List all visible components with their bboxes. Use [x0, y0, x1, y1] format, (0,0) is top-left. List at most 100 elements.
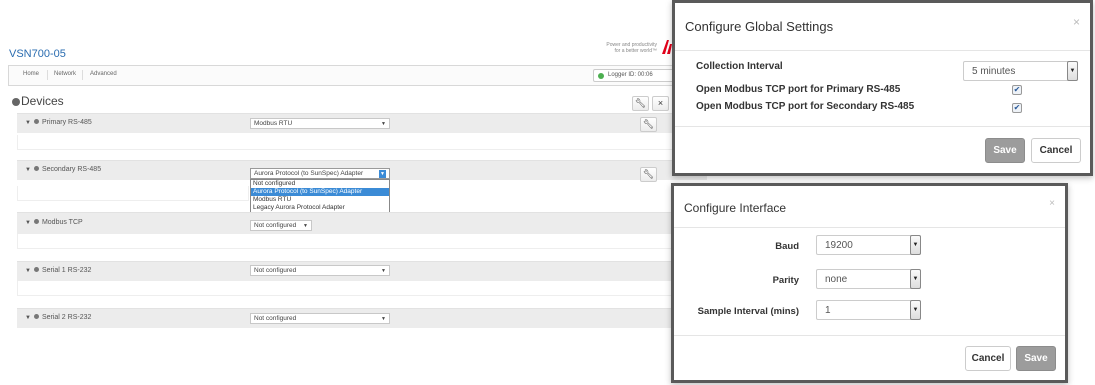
select-value: Modbus RTU: [254, 120, 293, 127]
chevron-down-icon: ▼: [381, 268, 386, 274]
save-button[interactable]: Save: [985, 138, 1025, 163]
check-icon: ✔: [1013, 103, 1021, 112]
wrench-button[interactable]: 🔧︎: [632, 96, 649, 111]
section-label[interactable]: ▼ Secondary RS-485: [25, 166, 101, 173]
modal-title: Configure Interface: [684, 201, 787, 215]
section-body: [17, 135, 707, 150]
wrench-icon: 🔧︎: [634, 98, 647, 108]
devices-title: Devices: [21, 94, 64, 108]
status-bullet-icon: [33, 166, 39, 171]
close-icon: ×: [657, 98, 664, 108]
select-value: Not configured: [254, 267, 297, 274]
chevron-down-icon: ▼: [910, 235, 921, 255]
select-value: 19200: [825, 240, 853, 251]
status-dot-icon: [598, 73, 604, 79]
modal-footer: Cancel Save: [674, 335, 1065, 380]
section-label[interactable]: ▼ Primary RS-485: [25, 119, 92, 126]
modal-header: Configure Interface ×: [674, 186, 1065, 228]
nav-divider: [82, 70, 83, 80]
logger-id: Logger ID: 00:06: [608, 72, 653, 78]
primary-tcp-checkbox[interactable]: ✔: [1012, 85, 1022, 95]
protocol-select-serial1[interactable]: Not configured ▼: [250, 265, 390, 276]
protocol-dropdown-list: Not configured Aurora Protocol (to SunSp…: [250, 179, 390, 213]
protocol-select-secondary[interactable]: Aurora Protocol (to SunSpec) Adapter ▼: [250, 168, 390, 179]
baud-label: Baud: [775, 241, 799, 252]
caret-down-icon[interactable]: ▼: [25, 167, 31, 173]
close-icon[interactable]: ×: [1049, 198, 1055, 209]
sample-interval-select[interactable]: 1 ▼: [816, 300, 921, 320]
collection-interval-label: Collection Interval: [696, 61, 783, 72]
secondary-tcp-checkbox[interactable]: ✔: [1012, 103, 1022, 113]
section-label[interactable]: ▼ Modbus TCP: [25, 219, 83, 226]
modal-footer: Save Cancel: [675, 126, 1090, 173]
caret-down-icon[interactable]: ▼: [25, 220, 31, 226]
select-value: 5 minutes: [972, 66, 1016, 77]
close-icon[interactable]: ×: [1073, 15, 1080, 29]
status-bullet-icon: [33, 219, 39, 224]
remove-button[interactable]: ×: [652, 96, 669, 111]
chevron-down-icon: ▼: [379, 170, 386, 178]
protocol-select-primary[interactable]: Modbus RTU ▼: [250, 118, 390, 129]
section-label-text: Modbus TCP: [41, 219, 83, 226]
chevron-down-icon: ▼: [1067, 61, 1078, 81]
section-body: [17, 234, 707, 249]
chevron-down-icon: ▼: [910, 269, 921, 289]
select-value: Not configured: [254, 222, 297, 229]
cancel-button[interactable]: Cancel: [1031, 138, 1081, 163]
section-label-text: Serial 2 RS-232: [41, 314, 92, 321]
chevron-down-icon: ▼: [910, 300, 921, 320]
section-label-text: Primary RS-485: [41, 119, 92, 126]
nav-network[interactable]: Network: [54, 71, 76, 77]
status-bullet-icon: [33, 267, 39, 272]
select-value: 1: [825, 305, 831, 316]
dropdown-option[interactable]: Modbus RTU: [251, 196, 389, 204]
nav-divider: [47, 70, 48, 80]
chevron-down-icon: ▼: [381, 121, 386, 127]
secondary-tcp-label: Open Modbus TCP port for Secondary RS-48…: [696, 101, 915, 112]
parity-select[interactable]: none ▼: [816, 269, 921, 289]
section-label-text: Secondary RS-485: [41, 166, 102, 173]
caret-down-icon[interactable]: ▼: [25, 268, 31, 274]
protocol-select-modbus-tcp[interactable]: Not configured ▼: [250, 220, 312, 231]
collection-interval-select[interactable]: 5 minutes ▼: [963, 61, 1078, 81]
status-bullet-icon: [33, 314, 39, 319]
status-bullet-icon: [33, 119, 39, 124]
dropdown-option[interactable]: Legacy Aurora Protocol Adapter: [251, 204, 389, 212]
tagline-line-2: for a better world™: [614, 48, 657, 54]
section-body: [17, 281, 707, 296]
caret-down-icon[interactable]: ▼: [25, 315, 31, 321]
section-modbus-tcp: ▼ Modbus TCP: [17, 212, 707, 234]
check-icon: ✔: [1013, 85, 1021, 94]
section-label[interactable]: ▼ Serial 2 RS-232: [25, 314, 91, 321]
section-label[interactable]: ▼ Serial 1 RS-232: [25, 267, 91, 274]
chevron-down-icon: ▼: [303, 223, 308, 229]
primary-tcp-label: Open Modbus TCP port for Primary RS-485: [696, 84, 901, 95]
configure-interface-modal: Configure Interface × Baud 19200 ▼ Parit…: [671, 183, 1068, 383]
parity-label: Parity: [772, 275, 799, 286]
top-navbar: Home Network Advanced Logger ID: 00:06: [8, 65, 713, 86]
save-button[interactable]: Save: [1016, 346, 1056, 371]
sample-interval-label: Sample Interval (mins): [697, 306, 799, 317]
wrench-button[interactable]: 🔧︎: [640, 167, 657, 182]
section-label-text: Serial 1 RS-232: [41, 267, 92, 274]
caret-down-icon[interactable]: ▼: [25, 120, 31, 126]
baud-select[interactable]: 19200 ▼: [816, 235, 921, 255]
wrench-icon: 🔧︎: [642, 169, 655, 179]
nav-home[interactable]: Home: [23, 71, 39, 77]
devices-icon: [12, 98, 20, 106]
dropdown-option[interactable]: Not configured: [251, 180, 389, 188]
global-settings-modal: Configure Global Settings × Collection I…: [672, 0, 1093, 176]
chevron-down-icon: ▼: [381, 316, 386, 322]
tagline: Power and productivity for a better worl…: [585, 42, 657, 54]
protocol-select-serial2[interactable]: Not configured ▼: [250, 313, 390, 324]
select-value: Aurora Protocol (to SunSpec) Adapter: [254, 170, 364, 177]
wrench-icon: 🔧︎: [642, 119, 655, 129]
wrench-button[interactable]: 🔧︎: [640, 117, 657, 132]
dropdown-option[interactable]: Aurora Protocol (to SunSpec) Adapter: [251, 188, 389, 196]
section-body: [17, 186, 249, 201]
app-title: VSN700-05: [9, 48, 66, 60]
nav-advanced[interactable]: Advanced: [90, 71, 117, 77]
cancel-button[interactable]: Cancel: [965, 346, 1011, 371]
select-value: none: [825, 274, 848, 285]
select-value: Not configured: [254, 315, 297, 322]
